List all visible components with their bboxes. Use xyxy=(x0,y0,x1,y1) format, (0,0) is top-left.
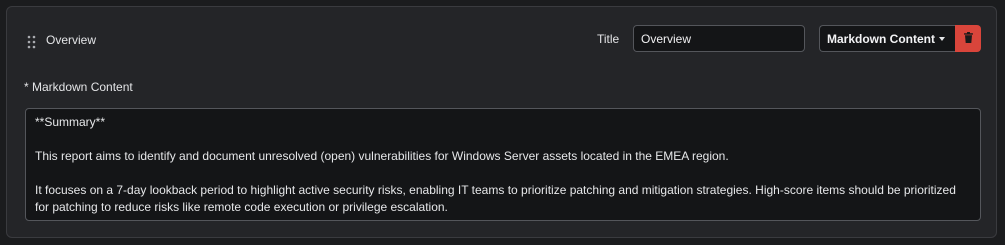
content-type-dropdown[interactable]: Markdown Content xyxy=(819,25,955,52)
markdown-line: This report aims to identify and documen… xyxy=(35,149,729,163)
drag-handle-icon[interactable] xyxy=(27,34,37,50)
trash-icon xyxy=(963,30,973,48)
report-section-panel: Overview Title Markdown Content * Markdo… xyxy=(6,6,997,238)
delete-section-button[interactable] xyxy=(955,25,981,52)
title-input[interactable] xyxy=(633,25,805,52)
markdown-line: It focuses on a 7-day lookback period to… xyxy=(35,183,956,214)
markdown-line: **Summary** xyxy=(35,115,106,129)
markdown-content-textarea[interactable]: **Summary** This report aims to identify… xyxy=(25,108,981,221)
content-type-label: Markdown Content xyxy=(827,31,935,46)
markdown-blank-line xyxy=(35,131,971,148)
section-name: Overview xyxy=(46,33,97,47)
chevron-down-icon xyxy=(939,37,945,41)
title-label: Title xyxy=(597,32,620,46)
markdown-field-label: * Markdown Content xyxy=(24,80,133,94)
markdown-blank-line xyxy=(35,165,971,182)
